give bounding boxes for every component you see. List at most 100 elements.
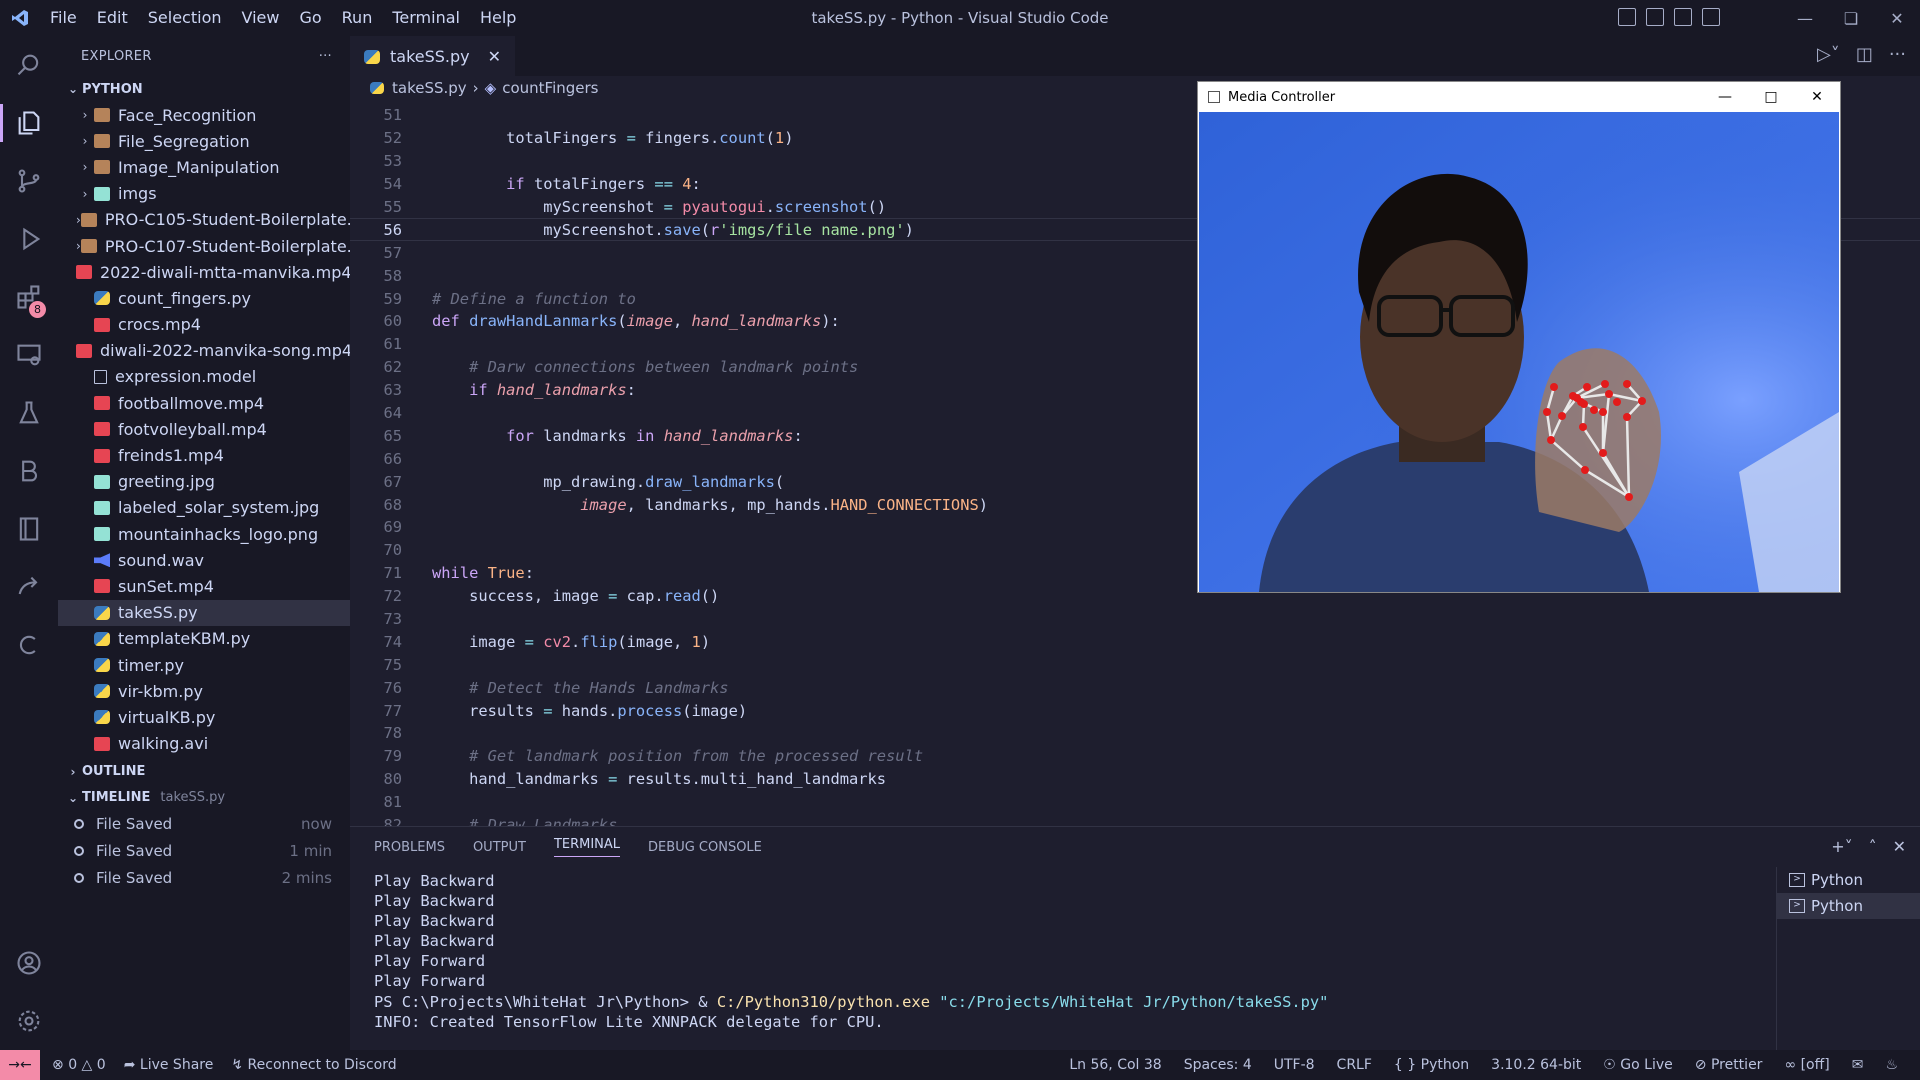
extensions-icon[interactable]: 8 bbox=[0, 268, 58, 326]
terminal-output[interactable]: Play Backward Play Backward Play Backward P… bbox=[374, 871, 1328, 1032]
notifications-bell-icon[interactable]: ♨ bbox=[1885, 1057, 1898, 1073]
tree-item[interactable]: footballmove.mp4 bbox=[58, 390, 350, 416]
python-interpreter[interactable]: 3.10.2 64-bit bbox=[1491, 1057, 1581, 1073]
code-line[interactable]: 81 bbox=[350, 791, 1920, 814]
close-tab-icon[interactable]: ✕ bbox=[488, 47, 501, 66]
terminal-instance[interactable]: > Python bbox=[1777, 893, 1920, 919]
run-python-icon[interactable]: ▷˅ bbox=[1817, 44, 1840, 65]
tree-item[interactable]: vir-kbm.py bbox=[58, 678, 350, 704]
maximize-icon[interactable]: □ bbox=[1748, 82, 1794, 112]
end-of-line[interactable]: CRLF bbox=[1337, 1057, 1372, 1073]
code-line[interactable]: 74 image = cv2.flip(image, 1) bbox=[350, 630, 1920, 653]
breadcrumb-symbol[interactable]: countFingers bbox=[502, 79, 598, 97]
live-share-icon[interactable] bbox=[0, 558, 58, 616]
tree-item[interactable]: mountainhacks_logo.png bbox=[58, 521, 350, 547]
close-icon[interactable]: ✕ bbox=[1874, 0, 1920, 36]
menu-run[interactable]: Run bbox=[332, 0, 383, 36]
encoding[interactable]: UTF-8 bbox=[1274, 1057, 1315, 1073]
language-mode[interactable]: { } Python bbox=[1394, 1057, 1469, 1073]
tab-takeSS[interactable]: takeSS.py ✕ bbox=[350, 36, 516, 76]
tree-item[interactable]: crocs.mp4 bbox=[58, 312, 350, 338]
code-line[interactable]: 78 bbox=[350, 722, 1920, 745]
menu-help[interactable]: Help bbox=[470, 0, 526, 36]
tree-item[interactable]: virtualKB.py bbox=[58, 704, 350, 730]
remote-explorer-icon[interactable] bbox=[0, 326, 58, 384]
tree-item[interactable]: labeled_solar_system.jpg bbox=[58, 495, 350, 521]
menu-go[interactable]: Go bbox=[289, 0, 331, 36]
code-line[interactable]: 77 results = hands.process(image) bbox=[350, 699, 1920, 722]
tab-output[interactable]: OUTPUT bbox=[473, 840, 526, 855]
problems-status[interactable]: ⊗ 0 △ 0 bbox=[52, 1057, 106, 1073]
tree-item[interactable]: › PRO-C107-Student-Boilerplate... bbox=[58, 233, 350, 259]
toggle-panel-icon[interactable] bbox=[1646, 8, 1664, 26]
close-icon[interactable]: ✕ bbox=[1794, 82, 1840, 112]
terminal-instance[interactable]: > Python bbox=[1777, 867, 1920, 893]
tab-terminal[interactable]: TERMINAL bbox=[553, 837, 621, 857]
codesnap-icon[interactable] bbox=[0, 616, 58, 674]
tree-item[interactable]: templateKBM.py bbox=[58, 626, 350, 652]
tree-item[interactable]: diwali-2022-manvika-song.mp4 bbox=[58, 338, 350, 364]
maximize-panel-icon[interactable]: ˄ bbox=[1869, 837, 1877, 856]
toggle-secondary-sidebar-icon[interactable] bbox=[1674, 8, 1692, 26]
minimize-icon[interactable]: — bbox=[1782, 0, 1828, 36]
restore-icon[interactable]: ❏ bbox=[1828, 0, 1874, 36]
menu-file[interactable]: File bbox=[40, 0, 87, 36]
menu-view[interactable]: View bbox=[232, 0, 290, 36]
settings-gear-icon[interactable] bbox=[0, 992, 58, 1050]
run-debug-icon[interactable] bbox=[0, 210, 58, 268]
feedback-icon[interactable]: ✉ bbox=[1852, 1057, 1864, 1073]
toggle-sidebar-icon[interactable] bbox=[1618, 8, 1636, 26]
live-share-status[interactable]: ➦ Live Share bbox=[124, 1057, 214, 1073]
go-live[interactable]: ☉ Go Live bbox=[1603, 1057, 1672, 1073]
more-actions-icon[interactable]: ··· bbox=[1889, 44, 1906, 65]
code-line[interactable]: 75 bbox=[350, 653, 1920, 676]
tree-item[interactable]: › File_Segregation bbox=[58, 128, 350, 154]
notebook-icon[interactable] bbox=[0, 500, 58, 558]
folder-root[interactable]: ⌄ PYTHON bbox=[58, 76, 350, 102]
tree-item[interactable]: footvolleyball.mp4 bbox=[58, 416, 350, 442]
cursor-position[interactable]: Ln 56, Col 38 bbox=[1069, 1057, 1161, 1073]
tree-item[interactable]: takeSS.py bbox=[58, 599, 350, 626]
menu-selection[interactable]: Selection bbox=[138, 0, 232, 36]
more-actions-icon[interactable]: ··· bbox=[319, 49, 332, 64]
code-line[interactable]: 76 # Detect the Hands Landmarks bbox=[350, 676, 1920, 699]
timeline-section[interactable]: ⌄ TIMELINE takeSS.py bbox=[58, 785, 350, 811]
timeline-entry[interactable]: File Saved 1 min bbox=[58, 838, 350, 865]
new-terminal-icon[interactable]: +˅ bbox=[1831, 837, 1852, 856]
remote-icon[interactable]: →← bbox=[0, 1050, 40, 1080]
tab-debug-console[interactable]: DEBUG CONSOLE bbox=[648, 840, 762, 855]
bold-b-icon[interactable] bbox=[0, 442, 58, 500]
menu-edit[interactable]: Edit bbox=[87, 0, 138, 36]
tree-item[interactable]: › imgs bbox=[58, 181, 350, 207]
tree-item[interactable]: freinds1.mp4 bbox=[58, 442, 350, 468]
prettier[interactable]: ⊘ Prettier bbox=[1695, 1057, 1763, 1073]
outline-section[interactable]: › OUTLINE bbox=[58, 759, 350, 785]
discord-status[interactable]: ↯ Reconnect to Discord bbox=[231, 1057, 396, 1073]
tree-item[interactable]: count_fingers.py bbox=[58, 285, 350, 311]
tree-item[interactable]: expression.model bbox=[58, 364, 350, 390]
tree-item[interactable]: walking.avi bbox=[58, 731, 350, 757]
menu-terminal[interactable]: Terminal bbox=[382, 0, 470, 36]
tree-item[interactable]: sunSet.mp4 bbox=[58, 573, 350, 599]
tree-item[interactable]: 2022-diwali-mtta-manvika.mp4 bbox=[58, 259, 350, 285]
breadcrumb-file[interactable]: takeSS.py bbox=[392, 79, 467, 97]
tree-item[interactable]: › Image_Manipulation bbox=[58, 154, 350, 180]
tree-item[interactable]: › PRO-C105-Student-Boilerplate... bbox=[58, 207, 350, 233]
source-control-icon[interactable] bbox=[0, 152, 58, 210]
code-line[interactable]: 80 hand_landmarks = results.multi_hand_l… bbox=[350, 768, 1920, 791]
close-panel-icon[interactable]: ✕ bbox=[1893, 837, 1906, 856]
tree-item[interactable]: greeting.jpg bbox=[58, 469, 350, 495]
timeline-entry[interactable]: File Saved 2 mins bbox=[58, 865, 350, 892]
off-toggle[interactable]: ∞ [off] bbox=[1784, 1057, 1829, 1073]
tree-item[interactable]: timer.py bbox=[58, 652, 350, 678]
testing-icon[interactable] bbox=[0, 384, 58, 442]
timeline-entry[interactable]: File Saved now bbox=[58, 811, 350, 838]
search-icon[interactable] bbox=[0, 36, 58, 94]
split-editor-icon[interactable]: ◫ bbox=[1856, 44, 1873, 65]
tree-item[interactable]: › Face_Recognition bbox=[58, 102, 350, 128]
indentation[interactable]: Spaces: 4 bbox=[1184, 1057, 1252, 1073]
account-icon[interactable] bbox=[0, 934, 58, 992]
code-line[interactable]: 73 bbox=[350, 608, 1920, 631]
code-line[interactable]: 79 # Get landmark position from the proc… bbox=[350, 745, 1920, 768]
tab-problems[interactable]: PROBLEMS bbox=[374, 840, 445, 855]
